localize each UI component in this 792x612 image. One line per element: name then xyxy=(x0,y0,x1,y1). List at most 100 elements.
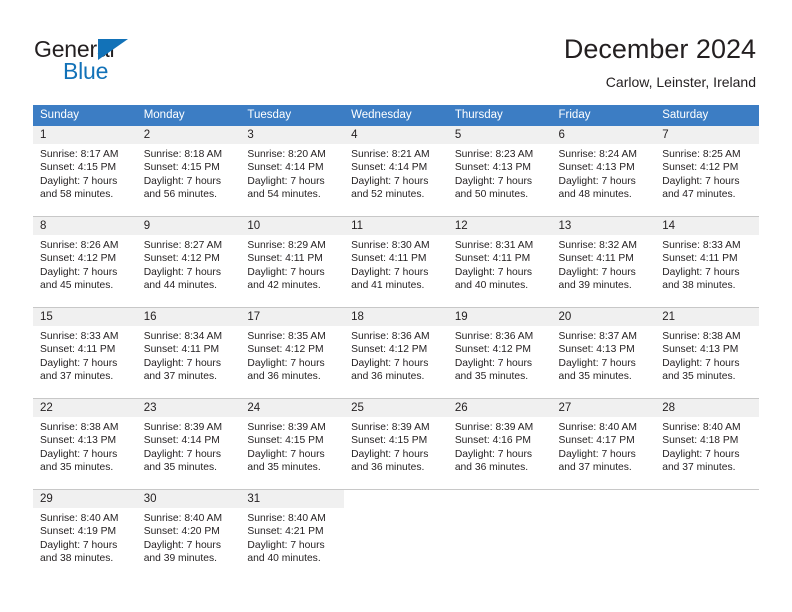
daylight-text-line2: and 58 minutes. xyxy=(40,189,114,201)
sunrise-text: Sunrise: 8:18 AM xyxy=(143,149,223,160)
day-cell[interactable]: 30 Sunrise: 8:40 AM Sunset: 4:20 PM Dayligh… xyxy=(136,490,241,569)
day-cell[interactable]: 4 Sunrise: 8:21 AM Sunset: 4:14 PM Daylight… xyxy=(344,126,448,204)
day-cell[interactable]: 20 Sunrise: 8:37 AM Sunset: 4:13 PM Dayligh… xyxy=(551,308,656,387)
day-cell[interactable]: 21 Sunrise: 8:38 AM Sunset: 4:13 PM Dayligh… xyxy=(655,308,759,387)
sunrise-text: Sunrise: 8:39 AM xyxy=(247,422,326,433)
logo-triangle-icon xyxy=(98,39,128,60)
day-number: 5 xyxy=(447,126,552,144)
calendar-week-row: 15 Sunrise: 8:33 AM Sunset: 4:11 PM Dayligh… xyxy=(33,308,759,387)
sunrise-text: Sunrise: 8:21 AM xyxy=(351,149,430,160)
day-number xyxy=(551,490,656,508)
day-number: 15 xyxy=(33,308,137,326)
sunset-text: Sunset: 4:11 PM xyxy=(454,253,531,265)
calendar-page: General Blue December 2024 Carlow, Leins… xyxy=(0,0,792,612)
day-details: Sunrise: 8:32 AM Sunset: 4:11 PM Daylight:… xyxy=(552,235,656,293)
day-cell[interactable]: 26 Sunrise: 8:39 AM Sunset: 4:16 PM Dayligh… xyxy=(447,399,552,478)
day-cell[interactable]: 12 Sunrise: 8:31 AM Sunset: 4:11 PM Dayligh… xyxy=(447,217,552,296)
daylight-text-line2: and 48 minutes. xyxy=(558,189,632,201)
day-details: Sunrise: 8:36 AM Sunset: 4:12 PM Daylight:… xyxy=(448,326,552,384)
day-cell[interactable]: 23 Sunrise: 8:39 AM Sunset: 4:14 PM Dayligh… xyxy=(136,399,241,478)
day-number: 26 xyxy=(447,399,552,417)
day-cell[interactable]: 10 Sunrise: 8:29 AM Sunset: 4:11 PM Dayligh… xyxy=(240,217,345,296)
daylight-text-line2: and 37 minutes. xyxy=(143,371,217,383)
sunset-text: Sunset: 4:13 PM xyxy=(454,162,531,174)
sunset-text: Sunset: 4:21 PM xyxy=(247,526,324,538)
daylight-text-line1: Daylight: 7 hours xyxy=(558,175,636,187)
day-cell[interactable]: 7 Sunrise: 8:25 AM Sunset: 4:12 PM Daylight… xyxy=(655,126,759,204)
sunset-text: Sunset: 4:15 PM xyxy=(247,435,324,447)
daylight-text-line2: and 45 minutes. xyxy=(40,280,114,292)
day-cell[interactable]: 13 Sunrise: 8:32 AM Sunset: 4:11 PM Dayligh… xyxy=(551,217,656,296)
sunrise-text: Sunrise: 8:34 AM xyxy=(143,331,223,342)
day-cell[interactable]: 6 Sunrise: 8:24 AM Sunset: 4:13 PM Daylight… xyxy=(551,126,656,204)
day-number: 3 xyxy=(240,126,345,144)
daylight-text-line2: and 35 minutes. xyxy=(247,462,321,474)
day-number: 1 xyxy=(33,126,137,144)
sunrise-text: Sunrise: 8:40 AM xyxy=(40,513,119,524)
sunset-text: Sunset: 4:12 PM xyxy=(40,253,117,265)
day-details: Sunrise: 8:23 AM Sunset: 4:13 PM Daylight:… xyxy=(448,144,552,202)
day-cell[interactable]: 1 Sunrise: 8:17 AM Sunset: 4:15 PM Daylight… xyxy=(33,126,137,204)
weekday-header-thursday: Thursday xyxy=(447,105,552,126)
page-header: General Blue December 2024 Carlow, Leins… xyxy=(0,0,792,104)
daylight-text-line1: Daylight: 7 hours xyxy=(40,175,118,187)
daylight-text-line2: and 35 minutes. xyxy=(558,371,632,383)
day-cell[interactable]: 19 Sunrise: 8:36 AM Sunset: 4:12 PM Dayligh… xyxy=(447,308,552,387)
day-cell[interactable]: 14 Sunrise: 8:33 AM Sunset: 4:11 PM Dayligh… xyxy=(655,217,759,296)
daylight-text-line1: Daylight: 7 hours xyxy=(454,175,533,187)
day-cell[interactable]: 16 Sunrise: 8:34 AM Sunset: 4:11 PM Dayligh… xyxy=(136,308,241,387)
day-details: Sunrise: 8:39 AM Sunset: 4:15 PM Daylight:… xyxy=(240,417,344,475)
day-cell[interactable]: 2 Sunrise: 8:18 AM Sunset: 4:15 PM Daylight… xyxy=(136,126,241,204)
day-cell[interactable]: 17 Sunrise: 8:35 AM Sunset: 4:12 PM Dayligh… xyxy=(240,308,345,387)
day-number: 20 xyxy=(551,308,656,326)
day-cell[interactable]: 24 Sunrise: 8:39 AM Sunset: 4:15 PM Dayligh… xyxy=(240,399,345,478)
day-number: 21 xyxy=(655,308,759,326)
week-separator xyxy=(33,477,759,490)
sunset-text: Sunset: 4:19 PM xyxy=(40,526,117,538)
day-number: 22 xyxy=(33,399,137,417)
day-cell[interactable]: 8 Sunrise: 8:26 AM Sunset: 4:12 PM Daylight… xyxy=(33,217,137,296)
day-number xyxy=(344,490,448,508)
sunset-text: Sunset: 4:11 PM xyxy=(143,344,220,356)
daylight-text-line1: Daylight: 7 hours xyxy=(662,175,740,187)
calendar-week-row: 29 Sunrise: 8:40 AM Sunset: 4:19 PM Dayligh… xyxy=(33,490,759,569)
sunset-text: Sunset: 4:13 PM xyxy=(40,435,117,447)
daylight-text-line1: Daylight: 7 hours xyxy=(454,357,533,369)
day-details: Sunrise: 8:20 AM Sunset: 4:14 PM Daylight:… xyxy=(240,144,344,202)
daylight-text-line2: and 35 minutes. xyxy=(662,371,736,383)
sunrise-text: Sunrise: 8:39 AM xyxy=(143,422,223,433)
week-separator xyxy=(33,295,759,308)
sunset-text: Sunset: 4:11 PM xyxy=(40,344,116,356)
sunrise-text: Sunrise: 8:40 AM xyxy=(247,513,326,524)
sunrise-text: Sunrise: 8:20 AM xyxy=(247,149,326,160)
sunset-text: Sunset: 4:18 PM xyxy=(662,435,739,447)
day-cell[interactable]: 11 Sunrise: 8:30 AM Sunset: 4:11 PM Dayligh… xyxy=(344,217,448,296)
day-cell[interactable]: 22 Sunrise: 8:38 AM Sunset: 4:13 PM Dayligh… xyxy=(33,399,137,478)
day-cell[interactable]: 3 Sunrise: 8:20 AM Sunset: 4:14 PM Daylight… xyxy=(240,126,345,204)
day-cell[interactable]: 31 Sunrise: 8:40 AM Sunset: 4:21 PM Dayligh… xyxy=(240,490,345,569)
sunset-text: Sunset: 4:15 PM xyxy=(143,162,220,174)
day-cell[interactable]: 29 Sunrise: 8:40 AM Sunset: 4:19 PM Dayligh… xyxy=(33,490,137,569)
day-cell[interactable]: 15 Sunrise: 8:33 AM Sunset: 4:11 PM Dayligh… xyxy=(33,308,137,387)
day-cell[interactable]: 25 Sunrise: 8:39 AM Sunset: 4:15 PM Dayligh… xyxy=(344,399,448,478)
daylight-text-line2: and 41 minutes. xyxy=(351,280,425,292)
day-details: Sunrise: 8:36 AM Sunset: 4:12 PM Daylight:… xyxy=(344,326,448,384)
day-cell[interactable]: 5 Sunrise: 8:23 AM Sunset: 4:13 PM Daylight… xyxy=(447,126,552,204)
day-cell[interactable]: 18 Sunrise: 8:36 AM Sunset: 4:12 PM Dayligh… xyxy=(344,308,448,387)
day-cell[interactable]: 28 Sunrise: 8:40 AM Sunset: 4:18 PM Dayligh… xyxy=(655,399,759,478)
day-number: 24 xyxy=(240,399,345,417)
day-cell[interactable]: 9 Sunrise: 8:27 AM Sunset: 4:12 PM Daylight… xyxy=(136,217,241,296)
daylight-text-line1: Daylight: 7 hours xyxy=(40,539,118,551)
day-number: 6 xyxy=(551,126,656,144)
daylight-text-line2: and 56 minutes. xyxy=(143,189,217,201)
day-details: Sunrise: 8:39 AM Sunset: 4:15 PM Daylight:… xyxy=(344,417,448,475)
daylight-text-line2: and 40 minutes. xyxy=(454,280,529,292)
daylight-text-line1: Daylight: 7 hours xyxy=(40,266,118,278)
sunrise-text: Sunrise: 8:38 AM xyxy=(40,422,119,433)
daylight-text-line1: Daylight: 7 hours xyxy=(662,357,740,369)
sunset-text: Sunset: 4:16 PM xyxy=(454,435,531,447)
day-number xyxy=(447,490,552,508)
day-cell[interactable]: 27 Sunrise: 8:40 AM Sunset: 4:17 PM Dayligh… xyxy=(551,399,656,478)
daylight-text-line2: and 40 minutes. xyxy=(247,553,321,565)
day-details: Sunrise: 8:39 AM Sunset: 4:14 PM Daylight:… xyxy=(137,417,241,475)
